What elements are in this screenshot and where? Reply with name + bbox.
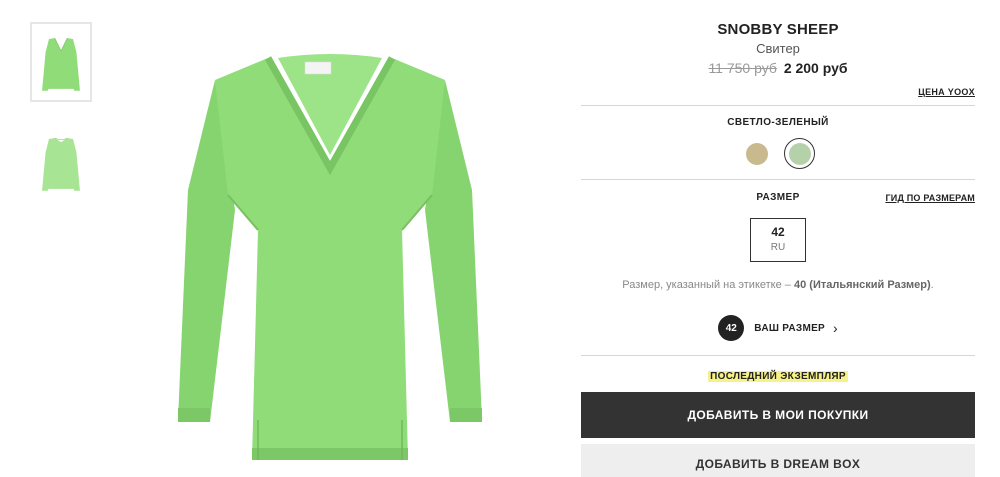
- sweater-image: [178, 54, 482, 460]
- size-guide-link[interactable]: ГИД ПО РАЗМЕРАМ: [885, 193, 975, 203]
- old-price: 11 750 руб: [708, 60, 777, 76]
- thumbnail-list: [30, 22, 94, 202]
- size-option-42[interactable]: 42 RU: [750, 218, 806, 262]
- divider: [581, 355, 975, 356]
- color-swatch-light-green[interactable]: [784, 138, 815, 169]
- product-info-panel: SNOBBY SHEEP Свитер 11 750 руб 2 200 руб…: [581, 0, 975, 477]
- add-to-cart-button[interactable]: ДОБАВИТЬ В МОИ ПОКУПКИ: [581, 392, 975, 438]
- size-note: Размер, указанный на этикетке – 40 (Итал…: [581, 279, 975, 291]
- add-to-dreambox-button[interactable]: ДОБАВИТЬ В DREAM BOX: [581, 444, 975, 477]
- size-header: РАЗМЕР ГИД ПО РАЗМЕРАМ: [581, 190, 975, 212]
- divider: [581, 179, 975, 180]
- selected-color-name: СВЕТЛО-ЗЕЛЕНЫЙ: [727, 117, 829, 128]
- size-note-suffix: .: [930, 279, 934, 291]
- divider: [581, 105, 975, 106]
- brand-name[interactable]: SNOBBY SHEEP: [581, 21, 975, 38]
- thumbnail-front[interactable]: [30, 22, 92, 102]
- last-item-badge: ПОСЛЕДНИЙ ЭКЗЕМПЛЯР: [581, 366, 975, 384]
- your-size-button[interactable]: 42 ВАШ РАЗМЕР ›: [581, 315, 975, 341]
- size-system: RU: [770, 242, 786, 253]
- sweater-thumbnail-back-image: [42, 137, 80, 191]
- last-item-text: ПОСЛЕДНИЙ ЭКЗЕМПЛЯР: [708, 371, 848, 382]
- color-swatch-beige[interactable]: [741, 138, 772, 169]
- size-note-italian: 40 (Итальянский Размер): [793, 279, 931, 291]
- thumbnail-back[interactable]: [30, 122, 92, 202]
- price-row: 11 750 руб 2 200 руб: [581, 60, 975, 76]
- product-main-image: [140, 20, 520, 475]
- your-size-badge: 42: [718, 315, 745, 341]
- current-price: 2 200 руб: [783, 60, 848, 76]
- color-swatches: [581, 138, 975, 169]
- product-category: Свитер: [756, 41, 800, 56]
- swatch-circle: [745, 142, 768, 165]
- your-size-label: ВАШ РАЗМЕР: [754, 322, 826, 334]
- size-value: 42: [771, 225, 785, 239]
- swatch-circle: [788, 142, 811, 165]
- yoox-price-link[interactable]: ЦЕНА YOOX: [581, 87, 975, 97]
- chevron-right-icon: ›: [833, 320, 838, 336]
- size-note-prefix: Размер, указанный на этикетке –: [622, 279, 791, 291]
- sweater-thumbnail-front-image: [42, 37, 80, 91]
